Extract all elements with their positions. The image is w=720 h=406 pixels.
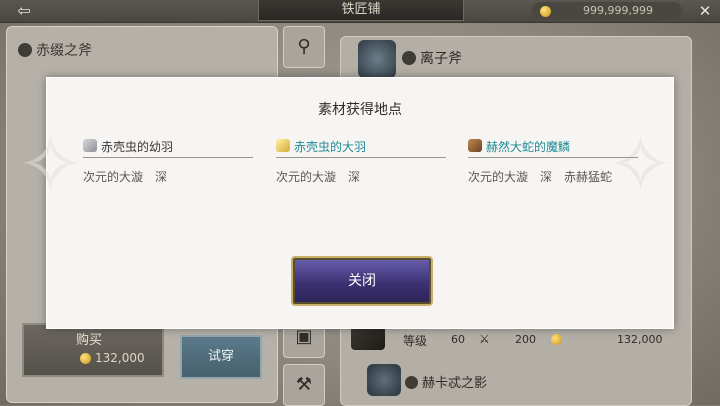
top-bar: ⇦ 铁匠铺 999,999,999 ✕ — [0, 0, 720, 23]
coin-icon — [540, 5, 551, 17]
material-column: 赤壳虫的幼羽 次元的大漩深 — [83, 137, 253, 185]
material-sources: 次元的大漩深赤赫猛蛇 — [468, 168, 638, 185]
list-item[interactable]: 赫卡忒之影 — [345, 362, 675, 398]
source-location: 次元的大漩 — [83, 170, 144, 184]
source-location: 赤赫猛蛇 — [564, 170, 613, 184]
shadow-weapon-icon — [367, 364, 401, 396]
level-label: 等级 — [403, 334, 428, 348]
material-header[interactable]: 赤壳虫的幼羽 — [83, 137, 253, 158]
material-sources: 次元的大漩深 — [83, 168, 253, 185]
attack-icon: ⚔ — [479, 332, 490, 346]
material-header[interactable]: 赫然大蛇的魔鳞 — [468, 137, 638, 158]
source-location: 次元的大漩 — [468, 170, 529, 184]
source-location: 深 — [540, 170, 553, 184]
material-column: 赫然大蛇的魔鳞 次元的大漩深赤赫猛蛇 — [468, 137, 638, 185]
buy-button[interactable]: 购买 132,000 — [22, 323, 164, 377]
tool-column: ⚲ — [283, 26, 325, 76]
search-icon[interactable]: ⚲ — [283, 26, 325, 68]
hammer-icon[interactable]: ⚒ — [283, 364, 325, 406]
material-name: 赤壳虫的大羽 — [294, 140, 367, 154]
material-column: 赤壳虫的大羽 次元的大漩深 — [276, 137, 446, 185]
source-location: 深 — [155, 170, 168, 184]
material-sources: 次元的大漩深 — [276, 168, 446, 185]
exit-button[interactable]: ✕ — [692, 1, 718, 21]
decorative-ornament-icon: ✧ — [17, 118, 85, 211]
gold-amount: 999,999,999 — [583, 4, 653, 17]
level-value: 60 — [451, 333, 465, 346]
buy-price: 132,000 — [80, 351, 145, 365]
weapon-title: 赤缀之斧 — [18, 40, 92, 60]
material-name: 赤壳虫的幼羽 — [101, 140, 174, 154]
weapon-name: 赤缀之斧 — [36, 43, 92, 59]
feather-icon — [83, 139, 97, 152]
buy-price-value: 132,000 — [95, 351, 145, 365]
material-header[interactable]: 赤壳虫的大羽 — [276, 137, 446, 158]
weapon-type-icon — [402, 51, 416, 65]
source-location: 深 — [348, 170, 361, 184]
weapon-thumbnail — [351, 326, 385, 350]
buy-label: 购买 — [76, 333, 103, 348]
item-name: 离子斧 — [420, 51, 462, 67]
coin-icon — [551, 334, 562, 345]
source-location: 次元的大漩 — [276, 170, 337, 184]
item-name: 赫卡忒之影 — [422, 376, 488, 391]
list-item[interactable]: 离子斧 — [350, 40, 678, 80]
material-name: 赫然大蛇的魔鳞 — [486, 140, 571, 154]
screen-title: 铁匠铺 — [258, 0, 464, 21]
try-on-button[interactable]: 试穿 — [180, 335, 262, 379]
golden-feather-icon — [276, 139, 290, 152]
dialog-title: 素材获得地点 — [318, 102, 402, 118]
back-button[interactable]: ⇦ — [4, 1, 44, 21]
item-price: 132,000 — [617, 333, 663, 346]
material-source-dialog: ✧ ✧ 素材获得地点 赤壳虫的幼羽 次元的大漩深 赤壳虫的大羽 次元的大漩深 赫… — [17, 77, 674, 329]
weapon-type-icon — [18, 43, 32, 57]
coin-icon — [80, 353, 91, 364]
close-button[interactable]: 关闭 — [291, 256, 433, 306]
scale-icon — [468, 139, 482, 152]
attack-value: 200 — [515, 333, 536, 346]
axe-icon — [358, 40, 396, 78]
list-item[interactable]: 等级 60 ⚔ 200 132,000 — [345, 326, 675, 352]
gold-display: 999,999,999 — [532, 2, 682, 19]
weapon-type-icon — [405, 376, 418, 389]
